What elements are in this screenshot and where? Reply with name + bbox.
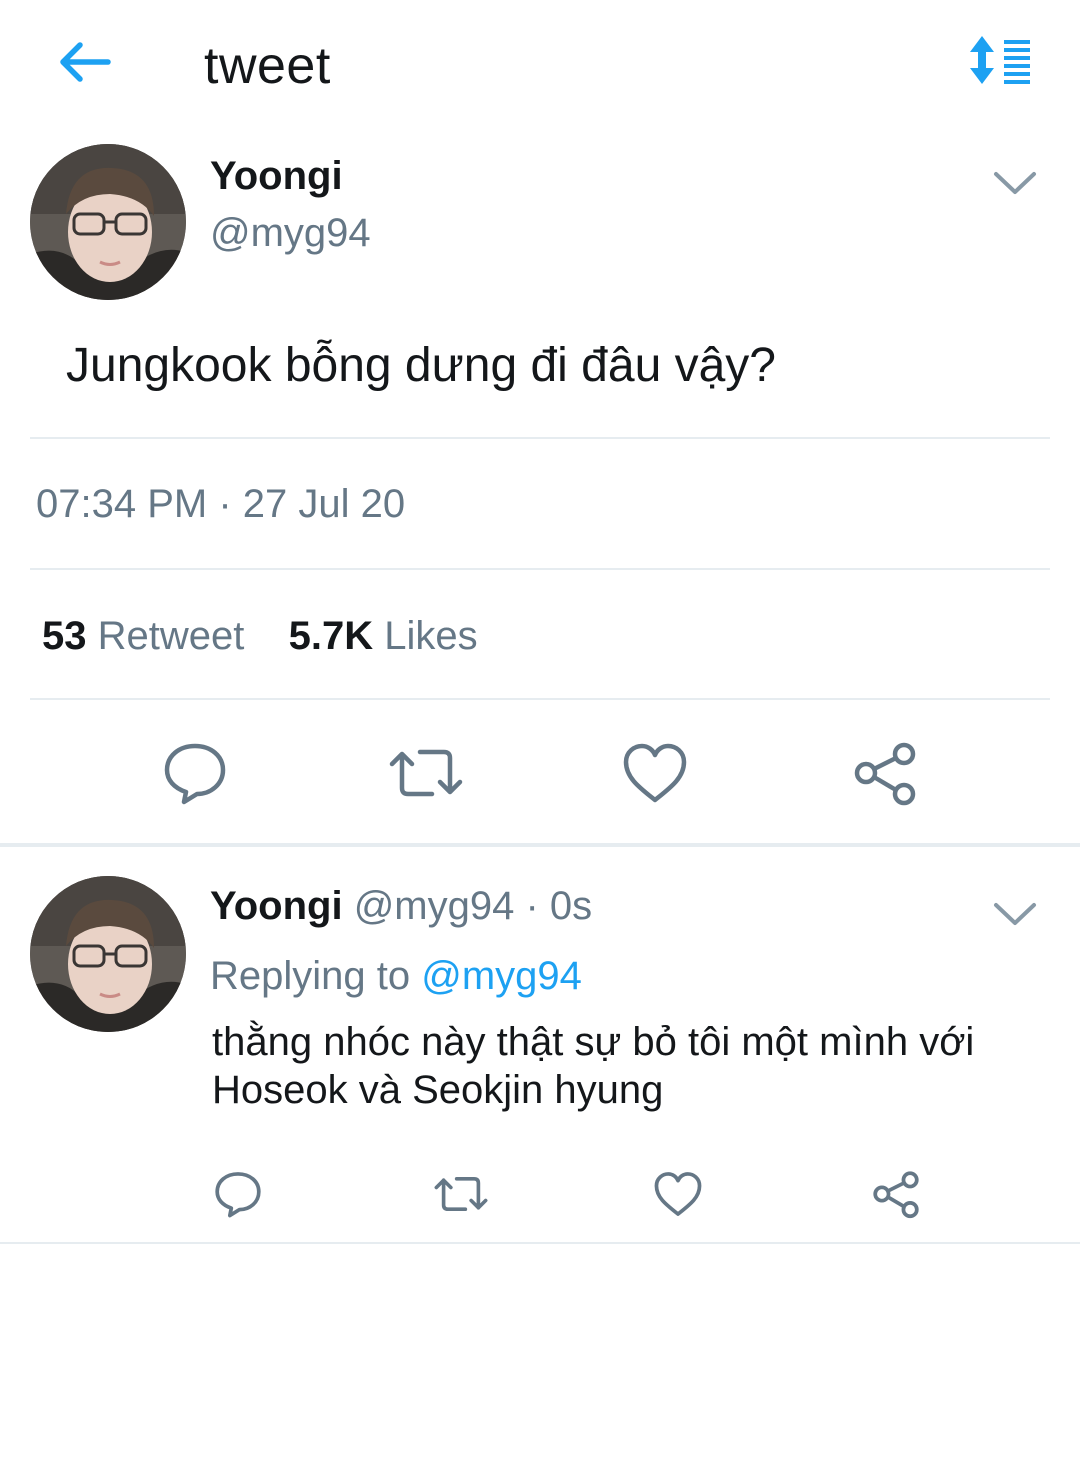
share-icon	[854, 742, 916, 806]
likes-count[interactable]: 5.7K	[289, 614, 374, 658]
share-button[interactable]	[870, 1168, 922, 1220]
reply-meta: @myg94 · 0s	[353, 884, 593, 928]
retweet-icon	[434, 1176, 488, 1212]
author-handle[interactable]: @myg94	[210, 211, 371, 256]
reply-author-name[interactable]: Yoongi	[210, 884, 343, 928]
sort-list-icon	[970, 36, 1030, 84]
retweet-button[interactable]	[432, 1168, 490, 1220]
tweet-text: Jungkook bỗng dưng đi đâu vậy?	[66, 339, 776, 392]
divider	[30, 437, 1050, 439]
back-button[interactable]	[52, 36, 118, 92]
likes-label[interactable]: Likes	[384, 614, 477, 658]
reply-button[interactable]	[212, 1168, 264, 1220]
sort-button[interactable]	[966, 34, 1038, 90]
section-divider	[0, 843, 1080, 847]
reply-header: Yoongi @myg94 · 0s	[210, 884, 592, 929]
share-button[interactable]	[850, 738, 920, 808]
tweet-options-button[interactable]	[992, 168, 1038, 198]
reply-text-line: thằng nhóc này thật sự bỏ tôi một mình v…	[212, 1020, 975, 1064]
tweet-stats: 53 Retweet 5.7K Likes	[42, 614, 478, 659]
like-button[interactable]	[652, 1168, 704, 1220]
reply-text-line: Hoseok và Seokjin hyung	[212, 1068, 664, 1112]
chevron-down-icon	[994, 903, 1036, 925]
retweet-count[interactable]: 53	[42, 614, 87, 658]
divider	[30, 568, 1050, 570]
reply-options-button[interactable]	[992, 899, 1038, 929]
reply-icon	[164, 743, 226, 805]
retweet-icon	[389, 749, 463, 797]
arrow-left-icon	[60, 42, 111, 82]
retweet-label[interactable]: Retweet	[98, 614, 245, 658]
reply-text: thằng nhóc này thật sự bỏ tôi một mình v…	[212, 1018, 1052, 1114]
page-title: tweet	[204, 37, 331, 95]
heart-icon	[623, 743, 687, 803]
top-bar: tweet	[0, 0, 1080, 130]
tweet-timestamp: 07:34 PM · 27 Jul 20	[36, 482, 406, 526]
like-button[interactable]	[620, 738, 690, 808]
divider	[0, 1242, 1080, 1244]
author-name[interactable]: Yoongi	[210, 154, 343, 199]
retweet-button[interactable]	[386, 738, 466, 808]
replying-to: Replying to @myg94	[210, 954, 582, 999]
divider	[30, 698, 1050, 700]
heart-icon	[654, 1172, 702, 1216]
avatar[interactable]	[30, 876, 186, 1032]
reply-button[interactable]	[160, 738, 230, 808]
share-icon	[873, 1171, 919, 1219]
chevron-down-icon	[994, 172, 1036, 194]
reply-icon	[215, 1172, 261, 1218]
avatar[interactable]	[30, 144, 186, 300]
replying-handle-link[interactable]: @myg94	[421, 954, 582, 998]
replying-prefix: Replying to	[210, 954, 411, 998]
